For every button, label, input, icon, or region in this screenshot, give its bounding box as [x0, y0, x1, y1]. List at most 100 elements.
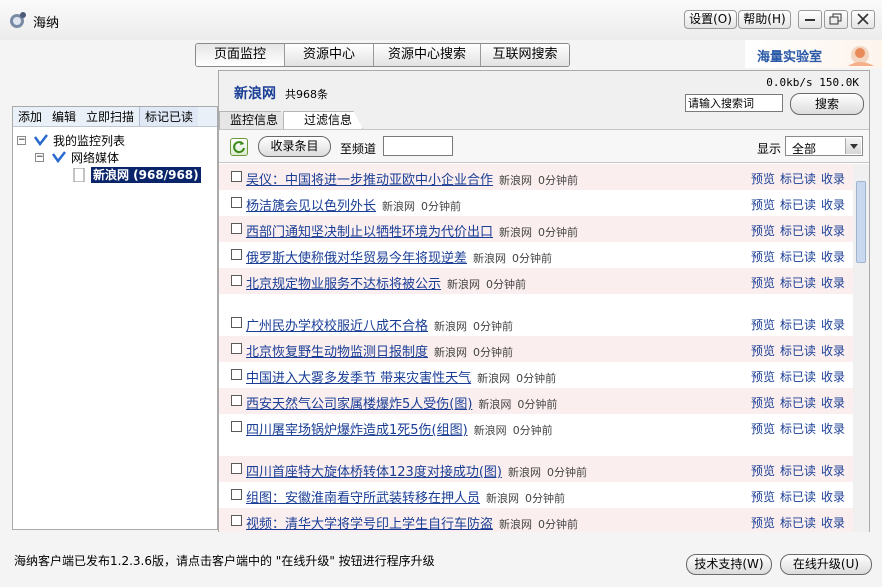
- preview-link[interactable]: 预览: [751, 396, 775, 410]
- news-row[interactable]: 西安天然气公司家属楼爆炸5人受伤(图) 新浪网 0分钟前 预览 标已读 收录: [219, 388, 853, 414]
- news-headline-link[interactable]: 广州民办学校校服近八成不合格 新浪网 0分钟前: [246, 315, 513, 334]
- preview-link[interactable]: 预览: [751, 490, 775, 504]
- preview-link[interactable]: 预览: [751, 464, 775, 478]
- collapse-icon[interactable]: −: [35, 153, 44, 162]
- mark-read-link[interactable]: 标已读: [780, 464, 816, 478]
- news-row[interactable]: 中国进入大雾多发季节 带来灾害性天气 新浪网 0分钟前 预览 标已读 收录: [219, 362, 853, 388]
- row-checkbox[interactable]: [231, 515, 242, 526]
- preview-link[interactable]: 预览: [751, 370, 775, 384]
- minimize-button[interactable]: [798, 10, 822, 29]
- row-checkbox[interactable]: [231, 395, 242, 406]
- tab-internet-search[interactable]: 互联网搜索: [481, 44, 569, 66]
- collapse-icon[interactable]: −: [17, 136, 26, 145]
- collect-link[interactable]: 收录: [821, 516, 845, 530]
- news-headline-link[interactable]: 四川屠宰场锅炉爆炸造成1死5伤(组图) 新浪网 0分钟前: [246, 419, 553, 438]
- mark-read-link[interactable]: 标已读: [780, 396, 816, 410]
- news-headline-link[interactable]: 北京规定物业服务不达标将被公示 新浪网 0分钟前: [246, 273, 526, 292]
- preview-link[interactable]: 预览: [751, 516, 775, 530]
- mark-read-link[interactable]: 标已读: [780, 224, 816, 238]
- news-row[interactable]: 视频：清华大学将学号印上学生自行车防盗 新浪网 0分钟前 预览 标已读 收录: [219, 508, 853, 532]
- refresh-icon[interactable]: [230, 138, 248, 156]
- news-row[interactable]: 北京规定物业服务不达标将被公示 新浪网 0分钟前 预览 标已读 收录: [219, 268, 853, 294]
- mark-read-link[interactable]: 标已读: [780, 276, 816, 290]
- online-upgrade-button[interactable]: 在线升级(U): [780, 554, 872, 575]
- restore-button[interactable]: [824, 10, 848, 29]
- preview-link[interactable]: 预览: [751, 198, 775, 212]
- collect-link[interactable]: 收录: [821, 396, 845, 410]
- row-checkbox[interactable]: [231, 343, 242, 354]
- news-headline-link[interactable]: 视频：清华大学将学号印上学生自行车防盗 新浪网 0分钟前: [246, 513, 578, 532]
- row-checkbox[interactable]: [231, 171, 242, 182]
- news-title[interactable]: 杨洁篪会见以色列外长: [246, 199, 376, 214]
- news-title[interactable]: 四川首座特大旋体桥转体123度对接成功(图): [246, 465, 502, 480]
- news-headline-link[interactable]: 组图：安徽淮南看守所武装转移在押人员 新浪网 0分钟前: [246, 487, 565, 506]
- row-checkbox[interactable]: [231, 421, 242, 432]
- preview-link[interactable]: 预览: [751, 318, 775, 332]
- settings-button[interactable]: 设置(O): [684, 10, 737, 29]
- mark-read-link[interactable]: 标已读: [780, 344, 816, 358]
- display-select[interactable]: 全部: [785, 136, 863, 156]
- collect-link[interactable]: 收录: [821, 464, 845, 478]
- tab-resource-center[interactable]: 资源中心: [285, 44, 374, 66]
- news-title[interactable]: 组图：安徽淮南看守所武装转移在押人员: [246, 491, 480, 506]
- mark-read-link[interactable]: 标已读: [780, 422, 816, 436]
- collect-link[interactable]: 收录: [821, 370, 845, 384]
- row-checkbox[interactable]: [231, 317, 242, 328]
- preview-link[interactable]: 预览: [751, 276, 775, 290]
- collect-link[interactable]: 收录: [821, 198, 845, 212]
- collect-link[interactable]: 收录: [821, 250, 845, 264]
- news-row[interactable]: 广州民办学校校服近八成不合格 新浪网 0分钟前 预览 标已读 收录: [219, 310, 853, 336]
- preview-link[interactable]: 预览: [751, 344, 775, 358]
- mark-read-link[interactable]: 标已读: [780, 198, 816, 212]
- collect-link[interactable]: 收录: [821, 224, 845, 238]
- news-title[interactable]: 广州民办学校校服近八成不合格: [246, 319, 428, 334]
- tech-support-button[interactable]: 技术支持(W): [686, 554, 772, 575]
- preview-link[interactable]: 预览: [751, 422, 775, 436]
- channel-input[interactable]: [383, 136, 453, 156]
- news-title[interactable]: 中国进入大雾多发季节 带来灾害性天气: [246, 371, 471, 386]
- collect-link[interactable]: 收录: [821, 490, 845, 504]
- news-title[interactable]: 北京规定物业服务不达标将被公示: [246, 277, 441, 292]
- row-checkbox[interactable]: [231, 223, 242, 234]
- news-row[interactable]: 组图：安徽淮南看守所武装转移在押人员 新浪网 0分钟前 预览 标已读 收录: [219, 482, 853, 508]
- row-checkbox[interactable]: [231, 275, 242, 286]
- collect-link[interactable]: 收录: [821, 344, 845, 358]
- chevron-down-icon[interactable]: [845, 138, 861, 154]
- news-title[interactable]: 四川屠宰场锅炉爆炸造成1死5伤(组图): [246, 423, 468, 438]
- mark-read-link[interactable]: 标已读: [780, 250, 816, 264]
- collect-items-button[interactable]: 收录条目: [258, 136, 331, 157]
- mark-read-link[interactable]: 标已读: [780, 318, 816, 332]
- mark-read-button[interactable]: 标记已读: [139, 107, 199, 126]
- collect-link[interactable]: 收录: [821, 276, 845, 290]
- preview-link[interactable]: 预览: [751, 172, 775, 186]
- mark-read-link[interactable]: 标已读: [780, 370, 816, 384]
- news-title[interactable]: 北京恢复野生动物监测日报制度: [246, 345, 428, 360]
- news-row[interactable]: 杨洁篪会见以色列外长 新浪网 0分钟前 预览 标已读 收录: [219, 190, 853, 216]
- collect-link[interactable]: 收录: [821, 172, 845, 186]
- news-row[interactable]: 西部门通知坚决制止以牺牲环境为代价出口 新浪网 0分钟前 预览 标已读 收录: [219, 216, 853, 242]
- news-headline-link[interactable]: 北京恢复野生动物监测日报制度 新浪网 0分钟前: [246, 341, 513, 360]
- news-headline-link[interactable]: 西部门通知坚决制止以牺牲环境为代价出口 新浪网 0分钟前: [246, 221, 578, 240]
- preview-link[interactable]: 预览: [751, 250, 775, 264]
- preview-link[interactable]: 预览: [751, 224, 775, 238]
- row-checkbox[interactable]: [231, 369, 242, 380]
- mark-read-link[interactable]: 标已读: [780, 490, 816, 504]
- collect-link[interactable]: 收录: [821, 422, 845, 436]
- tree-category[interactable]: − 网络媒体: [35, 150, 215, 166]
- news-title[interactable]: 俄罗斯大使称俄对华贸易今年将现逆差: [246, 251, 467, 266]
- tab-filter-info[interactable]: 过滤信息: [283, 111, 364, 129]
- news-headline-link[interactable]: 俄罗斯大使称俄对华贸易今年将现逆差 新浪网 0分钟前: [246, 247, 552, 266]
- news-row[interactable]: 吴仪：中国将进一步推动亚欧中小企业合作 新浪网 0分钟前 预览 标已读 收录: [219, 164, 853, 190]
- scan-now-button[interactable]: 立即扫描: [81, 107, 139, 126]
- search-button[interactable]: 搜索: [790, 93, 864, 115]
- mark-read-link[interactable]: 标已读: [780, 516, 816, 530]
- row-checkbox[interactable]: [231, 197, 242, 208]
- tree-item-sina[interactable]: 新浪网 (968/968): [71, 167, 211, 183]
- news-headline-link[interactable]: 中国进入大雾多发季节 带来灾害性天气 新浪网 0分钟前: [246, 367, 556, 386]
- add-button[interactable]: 添加: [13, 107, 47, 126]
- mark-read-link[interactable]: 标已读: [780, 172, 816, 186]
- close-button[interactable]: [851, 10, 875, 29]
- news-title[interactable]: 吴仪：中国将进一步推动亚欧中小企业合作: [246, 173, 493, 188]
- row-checkbox[interactable]: [231, 463, 242, 474]
- row-checkbox[interactable]: [231, 249, 242, 260]
